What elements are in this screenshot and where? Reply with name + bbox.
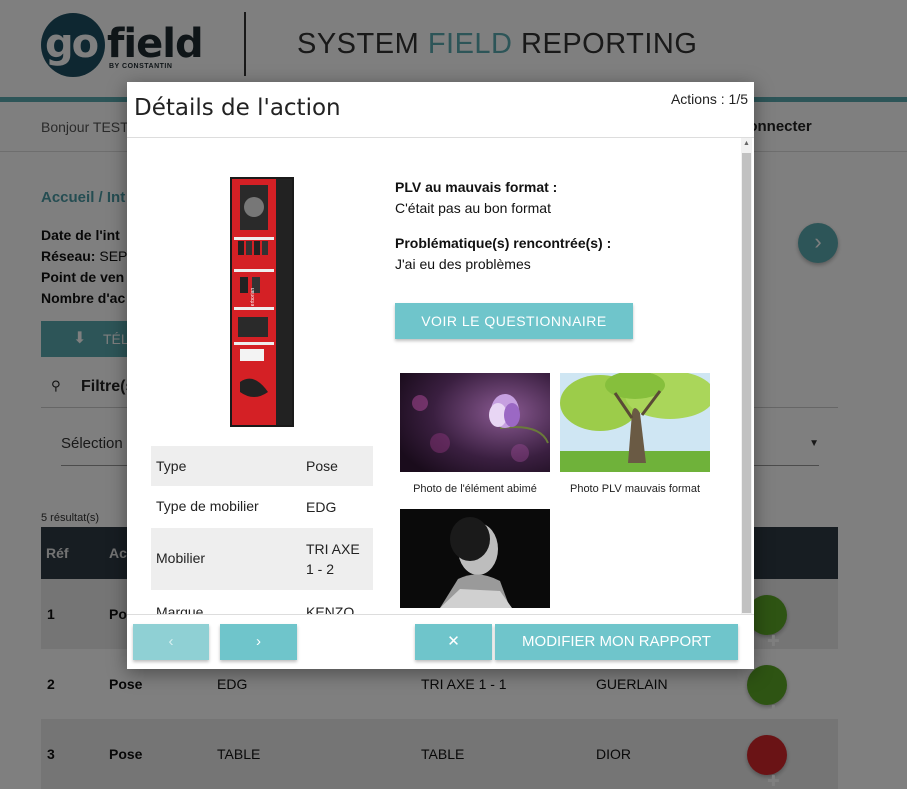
modal-scrollbar[interactable]: ▲ xyxy=(741,138,752,614)
detail-row: Marque KENZO xyxy=(151,590,373,614)
plv-brand-text: erborian xyxy=(250,288,256,307)
edit-report-button[interactable]: MODIFIER MON RAPPORT xyxy=(495,624,738,660)
detail-key: Type xyxy=(156,458,187,474)
close-button[interactable]: ✕ xyxy=(415,624,492,660)
details-table: Type Pose Type de mobilier EDG Mobilier … xyxy=(151,446,373,614)
detail-value: TRI AXE 1 - 2 xyxy=(306,541,360,577)
detail-value: Pose xyxy=(306,458,338,474)
detail-row: Type de mobilier EDG xyxy=(151,486,373,528)
modal-body[interactable]: erborian Type Pose Type de mobilier EDG … xyxy=(127,138,754,614)
photo-damaged-element[interactable] xyxy=(400,373,550,472)
detail-row: Mobilier TRI AXE 1 - 2 xyxy=(151,528,373,590)
photo-plv-wrong-format[interactable] xyxy=(560,373,710,472)
plv-display-image: erborian xyxy=(230,177,294,427)
question-1-label: PLV au mauvais format : xyxy=(395,179,558,195)
detail-key: Mobilier xyxy=(156,550,206,566)
question-1-answer: C'était pas au bon format xyxy=(395,200,551,216)
view-questionnaire-button[interactable]: VOIR LE QUESTIONNAIRE xyxy=(395,303,633,339)
modal-title: Détails de l'action xyxy=(134,95,341,121)
photo-portrait[interactable] xyxy=(400,509,550,608)
detail-row: Type Pose xyxy=(151,446,373,486)
actions-counter: Actions : 1/5 xyxy=(670,91,748,107)
action-details-modal: Détails de l'action Actions : 1/5 erbori… xyxy=(127,82,754,669)
previous-action-button[interactable]: ‹ xyxy=(133,624,209,660)
scroll-thumb[interactable] xyxy=(742,153,751,613)
scroll-up-icon[interactable]: ▲ xyxy=(741,140,752,150)
detail-key: Marque xyxy=(156,604,204,614)
photo-caption: Photo PLV mauvais format xyxy=(569,483,701,495)
question-2-answer: J'ai eu des problèmes xyxy=(395,256,531,272)
detail-key: Type de mobilier xyxy=(156,498,259,514)
chevron-right-icon: › xyxy=(256,633,261,650)
chevron-left-icon: ‹ xyxy=(168,633,174,650)
close-icon: ✕ xyxy=(447,633,460,650)
photo-caption: Photo de l'élément abimé xyxy=(413,483,537,495)
detail-value: KENZO xyxy=(306,604,355,614)
detail-value: EDG xyxy=(306,499,337,515)
next-action-button[interactable]: › xyxy=(220,624,297,660)
question-2-label: Problématique(s) rencontrée(s) : xyxy=(395,235,612,251)
modal-footer-divider xyxy=(127,614,754,615)
